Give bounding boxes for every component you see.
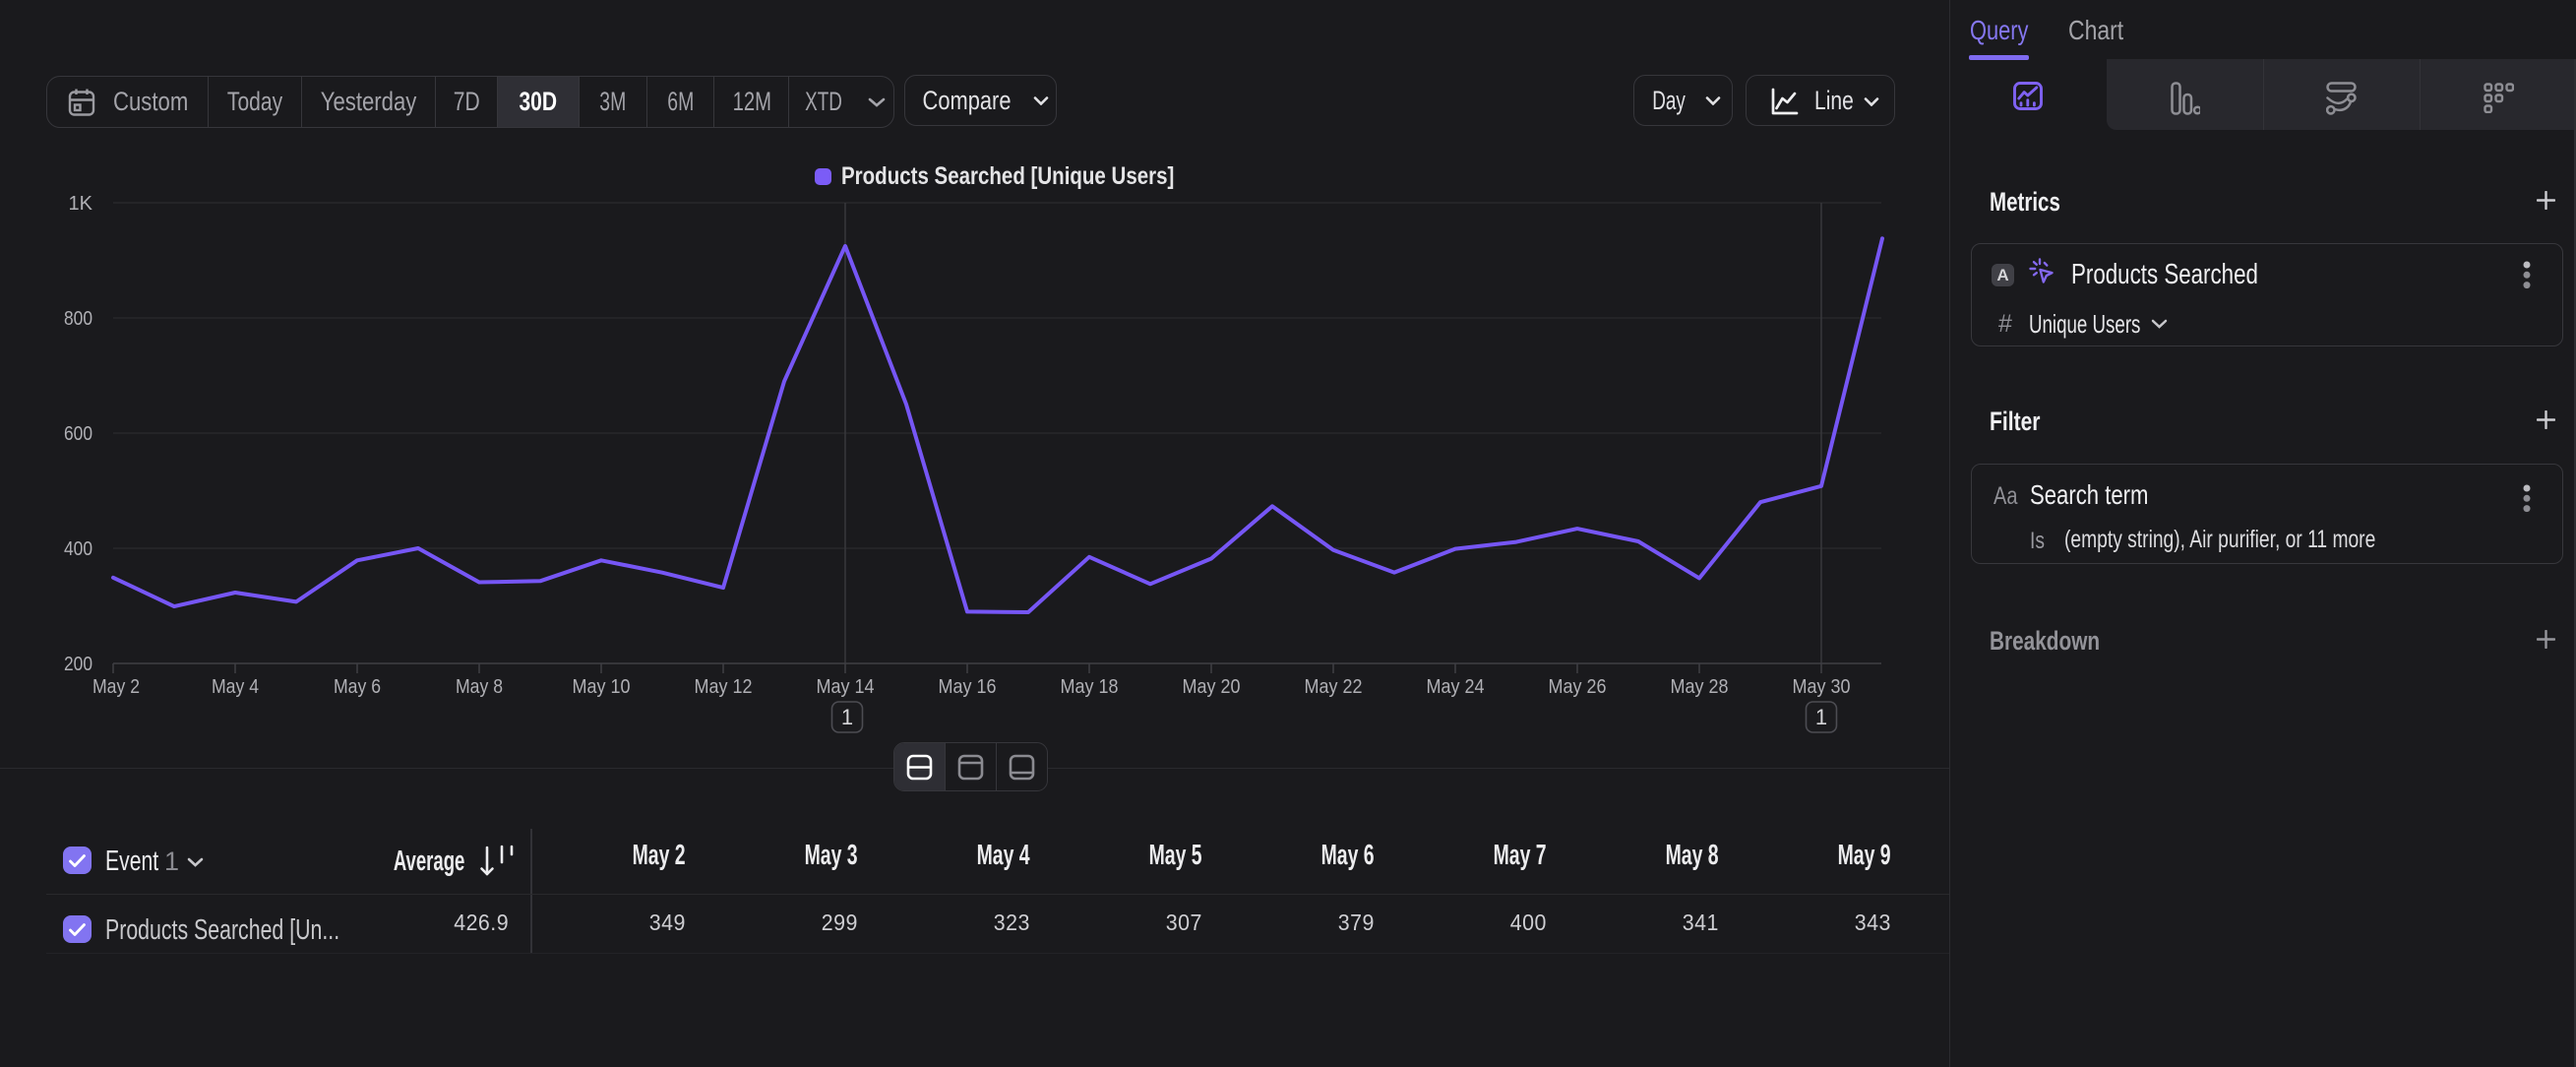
svg-text:1K: 1K — [69, 193, 93, 215]
svg-text:May 22: May 22 — [1305, 676, 1363, 698]
svg-text:1: 1 — [841, 705, 853, 729]
svg-text:May 6: May 6 — [334, 676, 381, 698]
svg-text:May 24: May 24 — [1427, 676, 1485, 698]
svg-text:May 20: May 20 — [1183, 676, 1241, 698]
svg-text:1: 1 — [1815, 705, 1827, 729]
svg-text:May 28: May 28 — [1671, 676, 1729, 698]
svg-text:400: 400 — [64, 538, 92, 560]
svg-text:May 8: May 8 — [456, 676, 503, 698]
svg-text:600: 600 — [64, 423, 92, 445]
svg-text:800: 800 — [64, 308, 92, 330]
svg-text:May 26: May 26 — [1549, 676, 1607, 698]
svg-text:May 12: May 12 — [695, 676, 753, 698]
svg-text:May 2: May 2 — [92, 676, 140, 698]
svg-text:May 4: May 4 — [212, 676, 259, 698]
svg-text:May 18: May 18 — [1061, 676, 1119, 698]
svg-text:200: 200 — [64, 654, 92, 675]
svg-text:May 30: May 30 — [1793, 676, 1851, 698]
svg-text:May 16: May 16 — [939, 676, 997, 698]
svg-text:May 10: May 10 — [573, 676, 631, 698]
svg-text:May 14: May 14 — [817, 676, 875, 698]
